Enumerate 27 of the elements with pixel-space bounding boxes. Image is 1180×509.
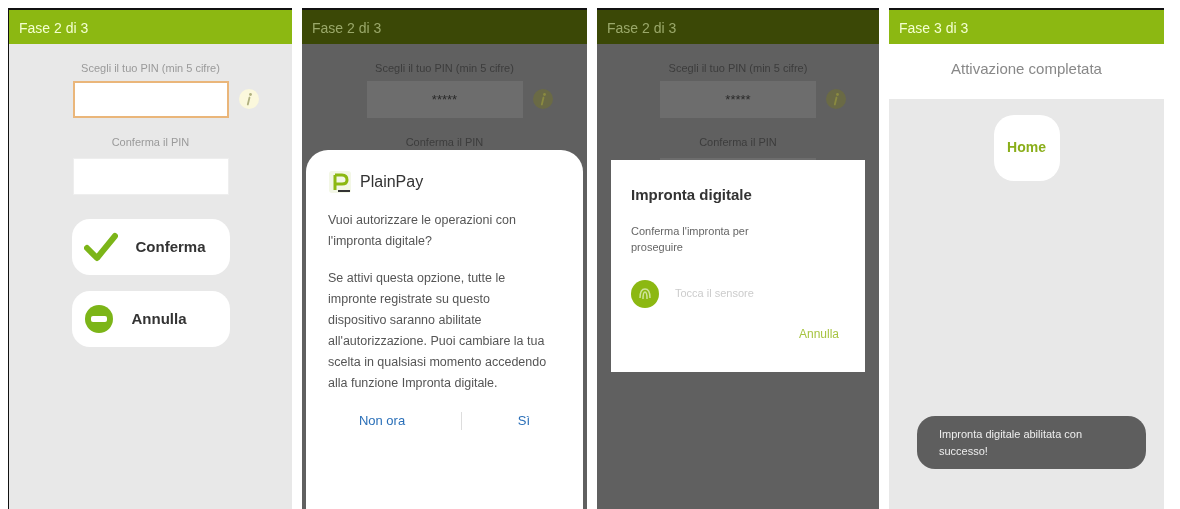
info-icon[interactable] <box>532 89 553 109</box>
dialog-title: Impronta digitale <box>631 185 753 205</box>
step-header: Fase 2 di 3 <box>9 10 292 44</box>
dialog-body: Se attivi questa opzione, tutte le impronte registrate su questo dispositivo saranno abilitate all'autorizzazione. Puoi cambiare la tua scelta in qualsiasi momento accedendo alla funzione Impronta digitale. <box>328 270 548 392</box>
dialog-message: Conferma l'impronta per proseguire <box>631 223 750 255</box>
logo-icon <box>328 170 352 194</box>
pin-field[interactable]: ***** <box>366 80 523 118</box>
minus-circle-icon <box>83 304 114 334</box>
confirm-button[interactable]: Conferma <box>71 219 230 275</box>
cancel-button[interactable]: Annulla <box>71 291 230 347</box>
step-header: Fase 2 di 3 <box>302 10 587 44</box>
app-name: PlainPay <box>360 172 424 192</box>
dialog-question: Vuoi autorizzare le operazioni con l'impronta digitale? <box>328 212 517 250</box>
dialog-action[interactable]: Non ora <box>352 410 412 432</box>
pin-field[interactable] <box>72 80 229 118</box>
field-label: Conferma il PIN <box>110 134 191 150</box>
toast-message: Impronta digitale abilitata con successo! <box>917 416 1146 469</box>
dialog-action[interactable]: Sì <box>511 410 537 432</box>
fingerprint-icon <box>631 279 659 308</box>
status-message: Attivazione completata <box>889 44 1164 99</box>
step-header: Fase 2 di 3 <box>597 10 879 44</box>
info-icon[interactable] <box>238 89 259 109</box>
pin-field[interactable]: ***** <box>660 80 816 118</box>
step-header: Fase 3 di 3 <box>889 10 1164 44</box>
field-label: Scegli il tuo PIN (min 5 cifre) <box>80 61 221 76</box>
info-icon[interactable] <box>826 89 846 109</box>
check-icon <box>83 231 118 263</box>
